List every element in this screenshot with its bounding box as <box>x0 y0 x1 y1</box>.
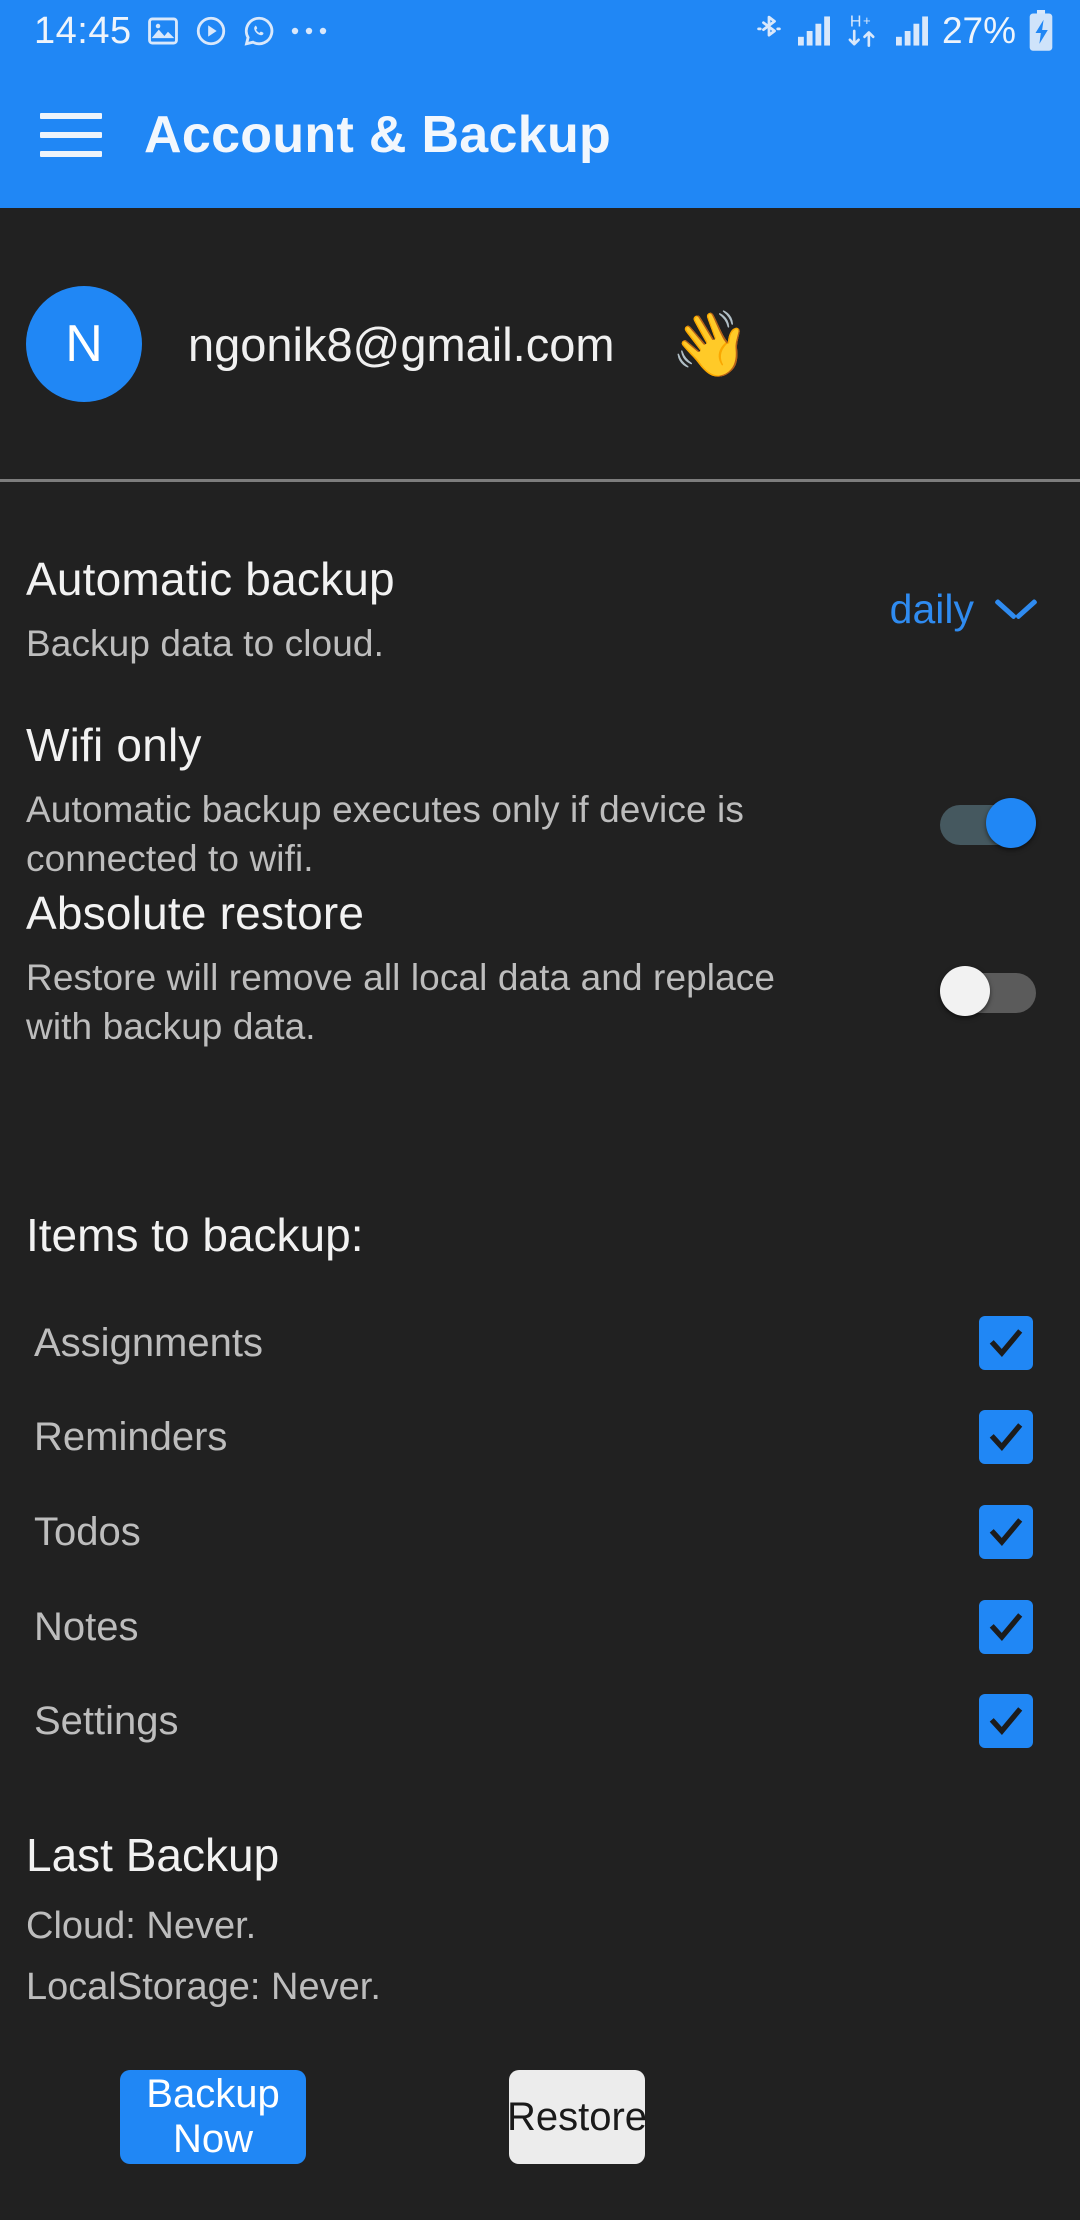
hamburger-bar-3 <box>40 151 102 157</box>
status-bar-right: H + 27% <box>754 10 1054 52</box>
automatic-backup-subtitle: Backup data to cloud. <box>26 623 384 664</box>
setting-automatic-backup[interactable]: Automatic backup Backup data to cloud. d… <box>0 552 1080 692</box>
account-email: ngonik8@gmail.com <box>188 317 615 371</box>
wifi-only-subtitle: Automatic backup executes only if device… <box>26 789 744 879</box>
avatar: N <box>26 286 142 402</box>
photos-icon <box>146 14 180 48</box>
list-item[interactable]: Settings <box>0 1688 1080 1754</box>
absolute-restore-title: Absolute restore <box>26 887 365 939</box>
item-label-settings: Settings <box>34 1698 179 1743</box>
status-bar-left: 14:45 <box>34 10 328 53</box>
restore-button[interactable]: Restore <box>507 2070 647 2164</box>
more-dots-icon <box>290 24 328 38</box>
last-backup-local: LocalStorage: Never. <box>26 1966 381 2008</box>
app-bar: Account & Backup <box>0 62 1080 208</box>
chevron-down-icon <box>996 598 1036 622</box>
wifi-only-toggle[interactable] <box>940 798 1036 848</box>
checkbox-reminders[interactable] <box>979 1410 1033 1464</box>
svg-text:+: + <box>863 13 871 28</box>
avatar-initial: N <box>65 315 103 373</box>
wifi-only-trailing <box>940 798 1036 848</box>
item-label-notes: Notes <box>34 1604 139 1649</box>
absolute-restore-trailing <box>940 966 1036 1016</box>
checkbox-todos[interactable] <box>979 1505 1033 1559</box>
absolute-restore-subtitle: Restore will remove all local data and r… <box>26 957 776 1047</box>
list-item[interactable]: Assignments <box>0 1310 1080 1376</box>
list-item[interactable]: Reminders <box>0 1404 1080 1470</box>
absolute-restore-toggle-thumb <box>940 966 990 1016</box>
hamburger-menu-icon[interactable] <box>40 113 102 157</box>
status-bar-clock: 14:45 <box>34 9 132 52</box>
battery-percent-label: 27% <box>941 10 1016 51</box>
whatsapp-icon <box>242 14 276 48</box>
list-item[interactable]: Notes <box>0 1594 1080 1660</box>
check-icon <box>989 1518 1023 1547</box>
checkbox-notes[interactable] <box>979 1600 1033 1654</box>
item-label-assignments: Assignments <box>34 1320 263 1365</box>
hspa-data-icon: H + <box>844 12 882 50</box>
automatic-backup-title: Automatic backup <box>26 553 395 605</box>
check-icon <box>989 1329 1023 1358</box>
wifi-only-toggle-thumb <box>986 798 1036 848</box>
last-backup-cloud: Cloud: Never. <box>26 1905 257 1947</box>
signal-bars-2-icon <box>894 15 930 47</box>
signal-bars-icon <box>796 15 832 47</box>
setting-absolute-restore[interactable]: Absolute restore Restore will remove all… <box>0 886 1080 1086</box>
item-label-todos: Todos <box>34 1509 141 1554</box>
checkbox-assignments[interactable] <box>979 1316 1033 1370</box>
battery-charging-icon <box>1028 10 1054 52</box>
hamburger-bar-1 <box>40 113 102 119</box>
list-item[interactable]: Todos <box>0 1499 1080 1565</box>
section-divider <box>0 479 1080 482</box>
items-to-backup-heading: Items to backup: <box>26 1209 364 1261</box>
check-icon <box>989 1613 1023 1642</box>
check-icon <box>989 1707 1023 1736</box>
last-backup-heading: Last Backup <box>26 1829 280 1881</box>
absolute-restore-toggle[interactable] <box>940 966 1036 1016</box>
screen-root: 14:45 H + 27% Account & Backup N ngonik8… <box>0 0 1080 2220</box>
item-label-reminders: Reminders <box>34 1414 228 1459</box>
automatic-backup-trailing: daily <box>890 586 1036 633</box>
wifi-only-title: Wifi only <box>26 719 202 771</box>
account-row[interactable]: N ngonik8@gmail.com 👋 <box>0 208 1080 480</box>
checkbox-settings[interactable] <box>979 1694 1033 1748</box>
play-circle-icon <box>194 14 228 48</box>
hamburger-bar-2 <box>40 132 102 138</box>
waving-hand-icon: 👋 <box>670 308 751 380</box>
check-icon <box>989 1423 1023 1452</box>
page-title: Account & Backup <box>144 106 612 164</box>
setting-wifi-only[interactable]: Wifi only Automatic backup executes only… <box>0 718 1080 908</box>
backup-now-button[interactable]: Backup Now <box>120 2070 306 2164</box>
svg-text:H: H <box>850 13 862 31</box>
backup-frequency-dropdown[interactable]: daily <box>890 586 1036 633</box>
status-bar: 14:45 H + 27% <box>0 0 1080 62</box>
bluetooth-icon <box>754 13 784 49</box>
backup-frequency-value: daily <box>889 586 974 632</box>
